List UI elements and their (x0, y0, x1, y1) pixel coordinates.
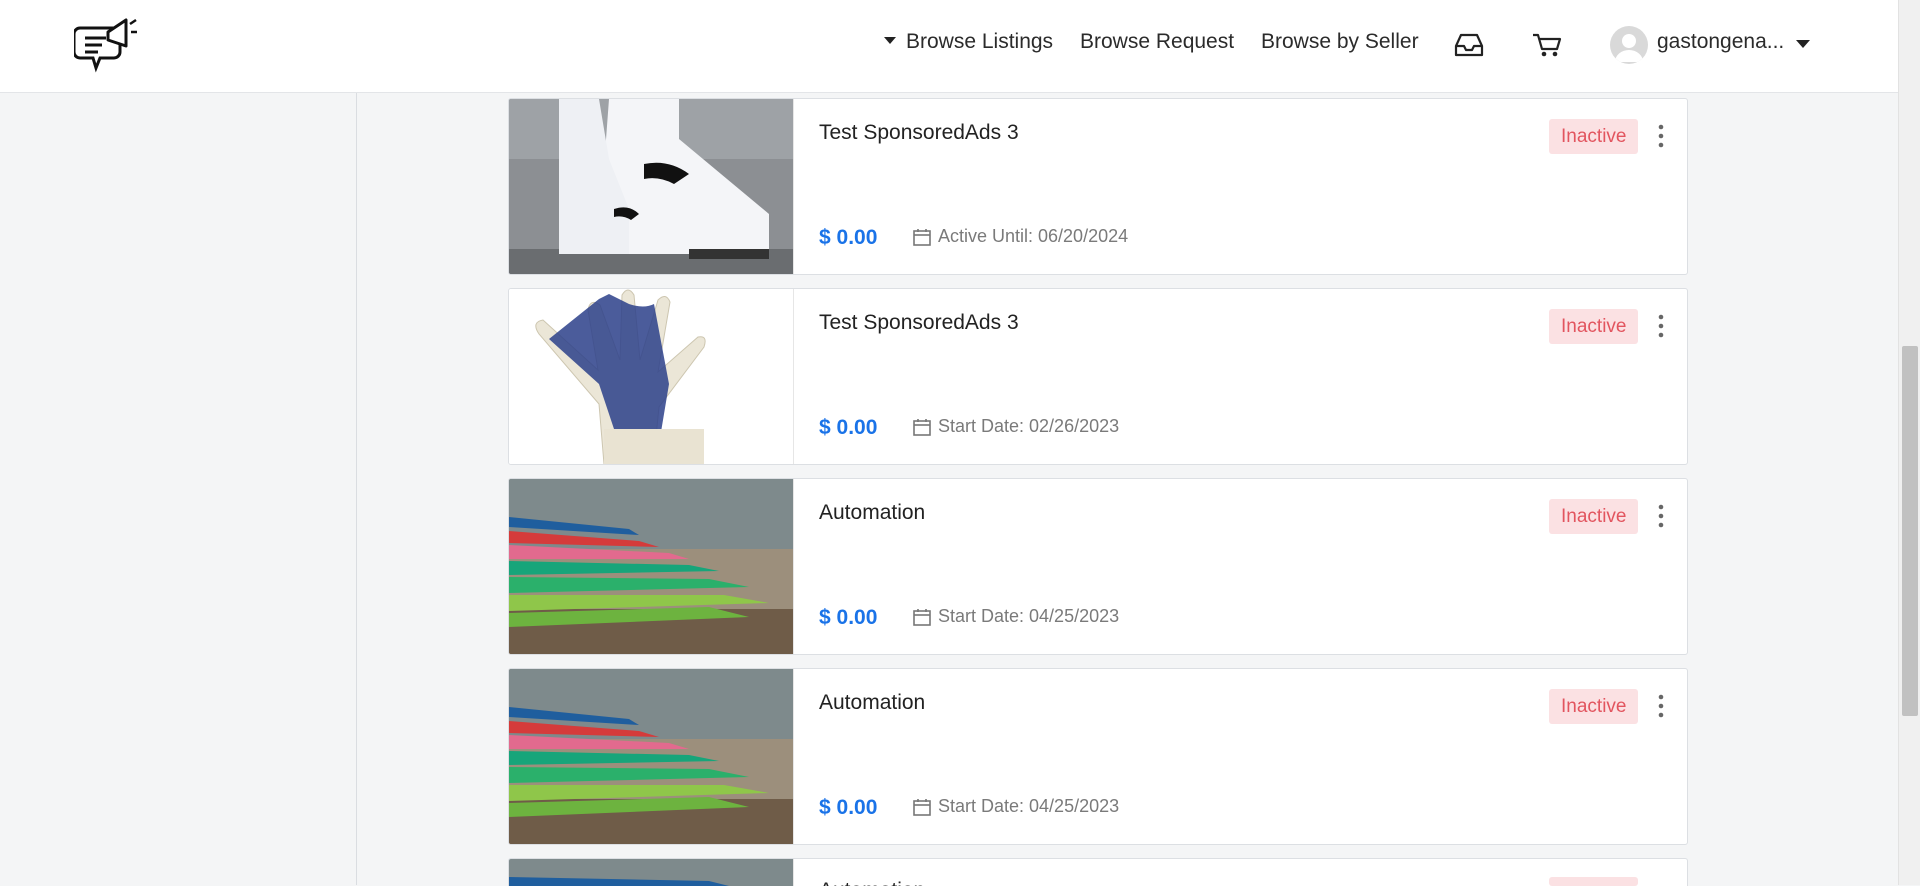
more-options-icon[interactable] (1651, 693, 1671, 719)
listing-image-pencils[interactable] (509, 859, 794, 886)
listing-date: Active Until: 06/20/2024 (912, 226, 1128, 247)
user-avatar-icon (1615, 34, 1643, 62)
caret-down-icon (884, 36, 896, 44)
nav-browse-listings-label: Browse Listings (906, 30, 1054, 53)
listing-date: Start Date: 04/25/2023 (912, 606, 1119, 627)
user-menu-caret-icon[interactable] (1796, 40, 1810, 48)
status-badge: Inactive (1549, 309, 1639, 344)
status-badge: Inactive (1549, 499, 1639, 534)
nav-browse-by-seller[interactable]: Browse by Seller (1261, 30, 1419, 54)
listing-title[interactable]: Automation (819, 691, 925, 715)
listing-date-text: Start Date: 04/25/2023 (938, 606, 1120, 626)
listing-card[interactable]: Automation Inactive $ 0.00 Start Date: 0… (508, 478, 1688, 655)
listing-image-pencils[interactable] (509, 479, 794, 654)
status-badge: Inactive (1549, 689, 1639, 724)
megaphone-chat-logo[interactable] (74, 12, 140, 78)
status-badge: Inactive (1549, 119, 1639, 154)
listing-price: $ 0.00 (819, 796, 878, 819)
page-scrollbar[interactable] (1898, 0, 1920, 885)
listing-image-pencils[interactable] (509, 669, 794, 844)
listing-card[interactable]: Test SponsoredAds 3 Inactive $ 0.00 Star… (508, 288, 1688, 465)
listing-title[interactable]: Automation (819, 501, 925, 525)
listing-date-text: Start Date: 04/25/2023 (938, 796, 1120, 816)
listing-price: $ 0.00 (819, 416, 878, 439)
more-options-icon[interactable] (1651, 123, 1671, 149)
scrollbar-thumb[interactable] (1902, 346, 1918, 716)
listing-title[interactable]: Test SponsoredAds 3 (819, 121, 1019, 145)
calendar-icon (913, 798, 931, 816)
nav-browse-listings[interactable]: Browse Listings (884, 30, 1053, 54)
avatar[interactable] (1610, 26, 1648, 64)
nav-browse-request[interactable]: Browse Request (1080, 30, 1234, 54)
listing-card[interactable]: Test SponsoredAds 3 Inactive $ 0.00 Acti… (508, 98, 1688, 275)
listing-title[interactable]: Test SponsoredAds 3 (819, 311, 1019, 335)
listing-date: Start Date: 02/26/2023 (912, 416, 1119, 437)
listing-image-glove[interactable] (509, 289, 794, 464)
left-sidebar (0, 92, 357, 885)
more-options-icon[interactable] (1651, 313, 1671, 339)
listing-card[interactable]: Automation Inactive $ 0.00 Start Date: 0… (508, 668, 1688, 845)
listing-price: $ 0.00 (819, 606, 878, 629)
listing-date-text: Start Date: 02/26/2023 (938, 416, 1120, 436)
cart-icon[interactable] (1530, 30, 1564, 60)
calendar-icon (913, 228, 931, 246)
calendar-icon (913, 608, 931, 626)
user-name[interactable]: gastongena... (1657, 30, 1784, 54)
inbox-icon[interactable] (1452, 30, 1486, 60)
listing-date: Start Date: 04/25/2023 (912, 796, 1119, 817)
listing-card[interactable]: Automation Inactive (508, 858, 1688, 886)
listing-date-text: Active Until: 06/20/2024 (938, 226, 1129, 246)
listing-image-sneakers[interactable] (509, 99, 794, 274)
more-options-icon[interactable] (1651, 503, 1671, 529)
calendar-icon (913, 418, 931, 436)
top-navbar: Browse Listings Browse Request Browse by… (0, 0, 1898, 93)
listing-price: $ 0.00 (819, 226, 878, 249)
